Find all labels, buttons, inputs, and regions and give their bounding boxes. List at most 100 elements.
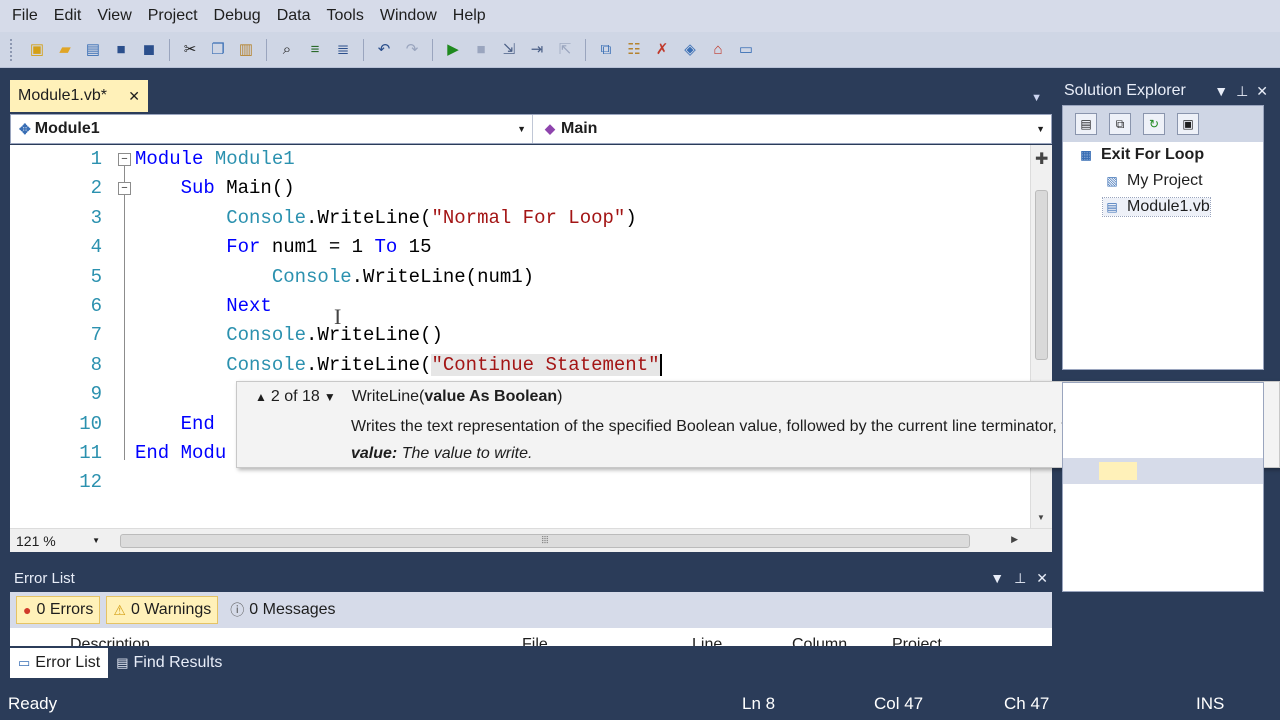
add-item-icon[interactable]: ▤ bbox=[81, 38, 105, 62]
find-icon[interactable]: ⌕ bbox=[275, 38, 299, 62]
tab-module1-vb[interactable]: Module1.vb* ✕ bbox=[10, 80, 148, 112]
collapse-icon[interactable]: − bbox=[118, 182, 131, 195]
uncomment-icon[interactable]: ≣ bbox=[331, 38, 355, 62]
zoom-dropdown[interactable]: 121 % ▼ bbox=[10, 533, 110, 549]
menu-window[interactable]: Window bbox=[372, 0, 445, 32]
start-debugging-icon[interactable]: ▶ bbox=[441, 38, 465, 62]
solution-explorer-icon[interactable]: ⧉ bbox=[594, 38, 618, 62]
refresh-icon[interactable]: ↻ bbox=[1143, 113, 1165, 135]
tree-item[interactable]: ▦ Exit For Loop bbox=[1077, 146, 1204, 164]
pin-icon[interactable]: ⊥ bbox=[1014, 570, 1026, 587]
undo-icon[interactable]: ↶ bbox=[372, 38, 396, 62]
object-browser-icon[interactable]: ◈ bbox=[678, 38, 702, 62]
comment-icon[interactable]: ≡ bbox=[303, 38, 327, 62]
scroll-right-icon[interactable]: ▶ bbox=[1011, 534, 1018, 545]
menu-file[interactable]: File bbox=[4, 0, 46, 32]
code-line[interactable]: Next bbox=[135, 292, 1030, 321]
menu-debug[interactable]: Debug bbox=[206, 0, 269, 32]
menu-tools[interactable]: Tools bbox=[319, 0, 372, 32]
line-number: 3 bbox=[90, 206, 102, 229]
menu-data[interactable]: Data bbox=[269, 0, 319, 32]
tree-item[interactable]: ▤ Module1.vb bbox=[1102, 197, 1211, 217]
view-code-icon[interactable]: ▣ bbox=[1177, 113, 1199, 135]
tree-item[interactable]: ▧ My Project bbox=[1103, 172, 1202, 190]
panel-menu-icon[interactable]: ▼ bbox=[990, 570, 1004, 587]
error-list-icon[interactable]: ▭ bbox=[734, 38, 758, 62]
members-dropdown[interactable]: ◆ Main ▼ bbox=[533, 115, 1051, 143]
show-all-files-icon[interactable]: ⧉ bbox=[1109, 113, 1131, 135]
column-header[interactable]: Column bbox=[792, 636, 847, 646]
code-line[interactable]: Console.WriteLine(num1) bbox=[135, 263, 1030, 292]
properties-icon[interactable]: ☷ bbox=[622, 38, 646, 62]
tab-find-results[interactable]: ▤ Find Results bbox=[108, 648, 230, 678]
step-into-icon[interactable]: ⇲ bbox=[497, 38, 521, 62]
save-all-icon[interactable]: ◼ bbox=[137, 38, 161, 62]
column-header[interactable]: File bbox=[522, 636, 548, 646]
new-project-icon[interactable]: ▣ bbox=[25, 38, 49, 62]
code-line[interactable] bbox=[135, 468, 1030, 497]
stop-icon[interactable]: ■ bbox=[469, 38, 493, 62]
step-over-icon[interactable]: ⇥ bbox=[525, 38, 549, 62]
copy-icon[interactable]: ❐ bbox=[206, 38, 230, 62]
types-dropdown[interactable]: ✥ Module1 ▼ bbox=[11, 115, 533, 143]
filter-infos-button[interactable]: ⓘ 0 Messages bbox=[224, 596, 341, 624]
column-header[interactable]: Description bbox=[70, 636, 150, 646]
step-out-icon[interactable]: ⇱ bbox=[553, 38, 577, 62]
scroll-down-icon[interactable]: ▼ bbox=[1037, 513, 1045, 522]
document-tab-strip: Module1.vb* ✕ ▼ bbox=[0, 70, 1052, 114]
code-line[interactable]: Module Module1 bbox=[135, 145, 1030, 174]
panel-menu-icon[interactable]: ▼ bbox=[1214, 83, 1228, 100]
code-line[interactable]: For num1 = 1 To 15 bbox=[135, 233, 1030, 262]
next-overload-icon[interactable]: ▼ bbox=[324, 390, 336, 404]
properties-icon[interactable]: ▤ bbox=[1075, 113, 1097, 135]
open-file-icon[interactable]: ▰ bbox=[53, 38, 77, 62]
split-handle-icon[interactable]: ✚ bbox=[1035, 149, 1048, 169]
line-number: 11 bbox=[79, 441, 102, 464]
menu-view[interactable]: View bbox=[89, 0, 139, 32]
filter-label: 0 Messages bbox=[249, 601, 336, 618]
filter-warnings-button[interactable]: ⚠ 0 Warnings bbox=[106, 596, 219, 624]
column-header[interactable]: Project bbox=[892, 636, 942, 646]
project-properties-icon: ▧ bbox=[1106, 174, 1118, 188]
scroll-thumb[interactable] bbox=[1035, 190, 1048, 360]
toolbox-icon[interactable]: ✗ bbox=[650, 38, 674, 62]
menu-help[interactable]: Help bbox=[445, 0, 494, 32]
line-number: 10 bbox=[79, 412, 102, 435]
tab-dropdown-icon[interactable]: ▼ bbox=[1031, 92, 1042, 104]
filter-errors-button[interactable]: ● 0 Errors bbox=[16, 596, 101, 624]
cut-icon[interactable]: ✂ bbox=[178, 38, 202, 62]
column-header[interactable]: Line bbox=[692, 636, 722, 646]
categorized-icon[interactable] bbox=[1099, 462, 1137, 480]
close-icon[interactable]: ✕ bbox=[1036, 570, 1048, 587]
previous-overload-icon[interactable]: ▲ bbox=[255, 390, 267, 404]
code-token: Module1 bbox=[214, 148, 295, 170]
error-list-filter-bar: ● 0 Errors ⚠ 0 Warnings ⓘ 0 Messages bbox=[10, 592, 1052, 628]
save-icon[interactable]: ■ bbox=[109, 38, 133, 62]
scroll-thumb[interactable]: ⦙⦙⦙ bbox=[120, 533, 970, 548]
close-icon[interactable]: ✕ bbox=[128, 88, 140, 105]
code-line[interactable]: Sub Main() bbox=[135, 174, 1030, 203]
code-line[interactable]: Console.WriteLine() bbox=[135, 321, 1030, 350]
status-ready: Ready bbox=[8, 694, 58, 713]
code-line[interactable]: Console.WriteLine("Continue Statement" bbox=[135, 351, 1030, 380]
paste-icon[interactable]: ▥ bbox=[234, 38, 258, 62]
pin-icon[interactable]: ⊥ bbox=[1236, 83, 1248, 100]
code-editor[interactable]: 1 2 3 4 5 6 7 8 9 10 11 12 − − Module Module1 Sub M… bbox=[10, 145, 1052, 528]
close-icon[interactable]: ✕ bbox=[1256, 83, 1268, 100]
vertical-scrollbar[interactable]: ✚ ▼ bbox=[1030, 145, 1052, 528]
navigation-bar: ✥ Module1 ▼ ◆ Main ▼ bbox=[10, 114, 1052, 144]
collapse-icon[interactable]: − bbox=[118, 153, 131, 166]
toolbar-grip[interactable] bbox=[10, 38, 15, 61]
code-line[interactable]: Console.WriteLine("Normal For Loop") bbox=[135, 204, 1030, 233]
mouse-ibeam-cursor-icon: I bbox=[334, 304, 342, 329]
start-page-icon[interactable]: ⌂ bbox=[706, 38, 730, 62]
redo-icon[interactable]: ↷ bbox=[400, 38, 424, 62]
menu-edit[interactable]: Edit bbox=[46, 0, 90, 32]
tab-error-list[interactable]: ▭ Error List bbox=[10, 648, 109, 678]
menu-project[interactable]: Project bbox=[140, 0, 206, 32]
editor-bottom-strip: 121 % ▼ ⦙⦙⦙ ▶ bbox=[10, 528, 1052, 552]
horizontal-scrollbar[interactable]: ⦙⦙⦙ ▶ bbox=[110, 532, 1052, 550]
